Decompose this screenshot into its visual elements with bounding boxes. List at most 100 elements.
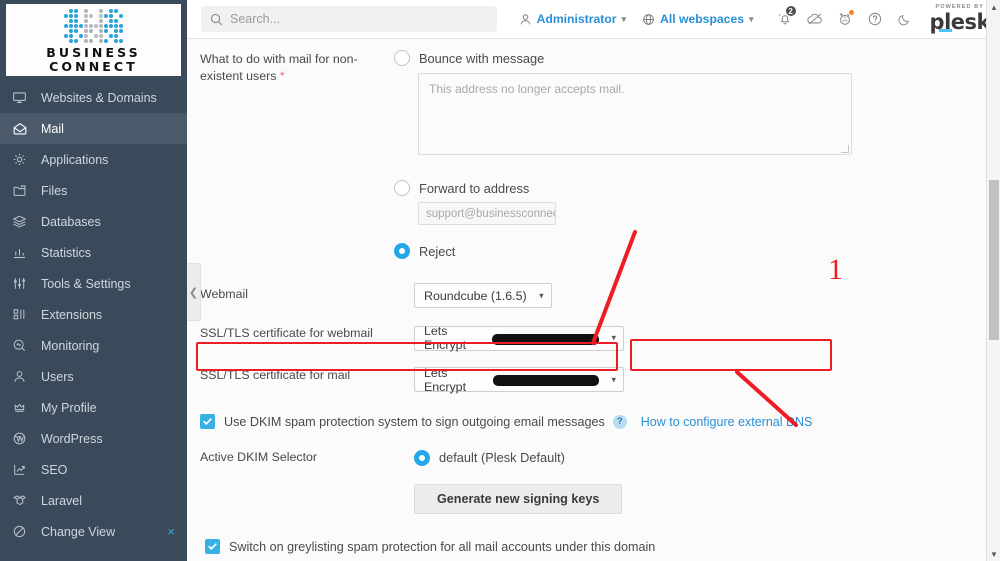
sidebar-item-laravel[interactable]: Laravel <box>0 485 187 516</box>
main-area: Search... Administrator ▾ All webspaces <box>187 0 1000 561</box>
gear-icon <box>12 152 32 168</box>
bounce-message-textarea[interactable]: This address no longer accepts mail. <box>418 73 852 155</box>
generate-signing-keys-button[interactable]: Generate new signing keys <box>414 484 623 514</box>
greylisting-checkbox[interactable] <box>205 539 220 554</box>
sidebar-collapse-handle[interactable]: ❮ <box>187 263 201 321</box>
sidebar-item-users[interactable]: Users <box>0 361 187 392</box>
sliders-icon <box>12 276 32 292</box>
sidebar-item-my-profile[interactable]: My Profile <box>0 392 187 423</box>
redaction-bar <box>492 375 599 386</box>
settings-form: What to do with mail for non-existent us… <box>187 39 986 561</box>
chevron-down-icon: ▾ <box>539 290 544 300</box>
dkim-help-icon[interactable]: ? <box>612 414 627 429</box>
ssl-mail-field: Lets Encrypt ▾ <box>390 364 986 394</box>
greylisting-checkbox-label: Switch on greylisting spam protection fo… <box>229 539 656 554</box>
search-input[interactable]: Search... <box>201 6 497 32</box>
sidebar-item-tools-settings[interactable]: Tools & Settings <box>0 268 187 299</box>
scroll-up-arrow-icon[interactable]: ▲ <box>987 0 1000 14</box>
mail-icon <box>12 121 32 137</box>
database-icon <box>12 214 32 230</box>
logo-line-1: BUSINESS <box>46 44 141 60</box>
dkim-checkbox-group[interactable]: Use DKIM spam protection system to sign … <box>200 414 605 429</box>
sidebar-item-label: Laravel <box>41 493 82 508</box>
nonexistent-users-fields: Bounce with message This address no long… <box>390 48 986 261</box>
chevron-down-icon: ▾ <box>611 332 616 343</box>
sidebar-item-databases[interactable]: Databases <box>0 206 187 237</box>
greylisting-checkbox-group[interactable]: Switch on greylisting spam protection fo… <box>200 539 655 554</box>
administrator-menu[interactable]: Administrator ▾ <box>519 12 626 26</box>
scroll-down-arrow-icon[interactable]: ▼ <box>987 547 1000 561</box>
radio-reject[interactable]: Reject <box>394 243 986 259</box>
chevron-left-icon: ❮ <box>188 286 199 299</box>
help-icon[interactable] <box>860 4 890 34</box>
nonexistent-users-label-text: What to do with mail for non-existent us… <box>200 52 358 83</box>
profile-icon <box>12 400 32 416</box>
radio-bounce-with-message[interactable]: Bounce with message <box>394 50 986 66</box>
sidebar-item-change-view[interactable]: Change View × <box>0 516 187 547</box>
sidebar-item-seo[interactable]: SEO <box>0 454 187 485</box>
sidebar-item-label: SEO <box>41 462 68 477</box>
seo-arrow-icon <box>12 462 32 478</box>
sidebar-item-label: My Profile <box>41 400 97 415</box>
resize-grip-icon[interactable] <box>841 145 849 153</box>
webspaces-menu[interactable]: All webspaces ▾ <box>642 12 754 26</box>
notification-count-badge: 2 <box>784 5 797 17</box>
sidebar: BUSINESS CONNECT Websites & Domains Mail A… <box>0 0 187 561</box>
row-nonexistent-users: What to do with mail for non-existent us… <box>187 44 986 261</box>
row-webmail: Webmail Roundcube (1.6.5) ▾ <box>187 283 986 308</box>
sidebar-item-label: Extensions <box>41 307 103 322</box>
monitor-icon <box>12 90 32 106</box>
radio-bounce-label: Bounce with message <box>419 50 545 66</box>
radio-dkim-default-indicator[interactable] <box>414 449 430 466</box>
vertical-scrollbar[interactable]: ▲ ▼ <box>986 0 1000 561</box>
radio-forward-label: Forward to address <box>419 180 530 196</box>
scrollbar-thumb[interactable] <box>989 180 999 340</box>
sidebar-item-mail[interactable]: Mail <box>0 113 187 144</box>
logo-dot-matrix <box>64 8 123 43</box>
sidebar-item-label: Tools & Settings <box>41 276 131 291</box>
plesk-wordmark: plesk <box>930 11 991 32</box>
chevron-down-icon: ▾ <box>749 13 754 24</box>
ssl-mail-select[interactable]: Lets Encrypt ▾ <box>414 365 624 394</box>
sidebar-item-websites-domains[interactable]: Websites & Domains <box>0 82 187 113</box>
sidebar-item-label: WordPress <box>41 431 103 446</box>
brand-logo: BUSINESS CONNECT <box>6 4 181 76</box>
sidebar-item-label: Applications <box>41 152 109 167</box>
notifications-icon[interactable]: 2 <box>770 4 800 34</box>
ssl-webmail-select[interactable]: Lets Encrypt ▾ <box>414 324 624 352</box>
wordpress-icon <box>12 431 32 447</box>
sidebar-item-extensions[interactable]: Extensions <box>0 299 187 330</box>
radio-reject-label: Reject <box>419 243 456 259</box>
radio-dkim-default[interactable]: default (Plesk Default) <box>414 449 986 466</box>
extensions-icon <box>12 307 32 323</box>
webspaces-label: All webspaces <box>660 12 745 26</box>
external-dns-link[interactable]: How to configure external DNS <box>641 415 813 429</box>
sidebar-item-applications[interactable]: Applications <box>0 144 187 175</box>
radio-reject-indicator[interactable] <box>394 243 410 259</box>
forward-address-input[interactable]: support@businessconnec <box>418 202 556 225</box>
webmail-select-value: Roundcube (1.6.5) <box>424 288 527 303</box>
webmail-select[interactable]: Roundcube (1.6.5) ▾ <box>414 283 552 308</box>
plesk-brand: POWERED BY plesk <box>930 5 991 33</box>
logo-line-2: CONNECT <box>49 58 138 74</box>
radio-forward-indicator[interactable] <box>394 180 410 196</box>
sidebar-nav: Websites & Domains Mail Applications Files D… <box>0 82 187 547</box>
row-ssl-webmail: SSL/TLS certificate for webmail Lets Enc… <box>187 322 986 352</box>
update-dot-badge <box>847 9 855 16</box>
cloud-icon[interactable] <box>800 4 830 34</box>
dkim-checkbox[interactable] <box>200 414 215 429</box>
sidebar-item-monitoring[interactable]: Monitoring <box>0 330 187 361</box>
row-generate-keys: Generate new signing keys <box>187 484 986 514</box>
header-icon-group: 2 POWERED BY plesk <box>770 4 991 34</box>
sidebar-item-wordpress[interactable]: WordPress <box>0 423 187 454</box>
sidebar-item-statistics[interactable]: Statistics <box>0 237 187 268</box>
security-shield-icon[interactable] <box>830 4 860 34</box>
row-dkim-selector: Active DKIM Selector default (Plesk Defa… <box>187 449 986 466</box>
ssl-mail-select-value: Lets Encrypt <box>424 365 467 394</box>
ssl-webmail-label: SSL/TLS certificate for webmail <box>200 326 373 340</box>
close-icon[interactable]: × <box>167 525 175 538</box>
dark-mode-icon[interactable] <box>890 4 920 34</box>
sidebar-item-files[interactable]: Files <box>0 175 187 206</box>
radio-bounce-indicator[interactable] <box>394 50 410 66</box>
radio-forward-to-address[interactable]: Forward to address <box>394 180 986 196</box>
